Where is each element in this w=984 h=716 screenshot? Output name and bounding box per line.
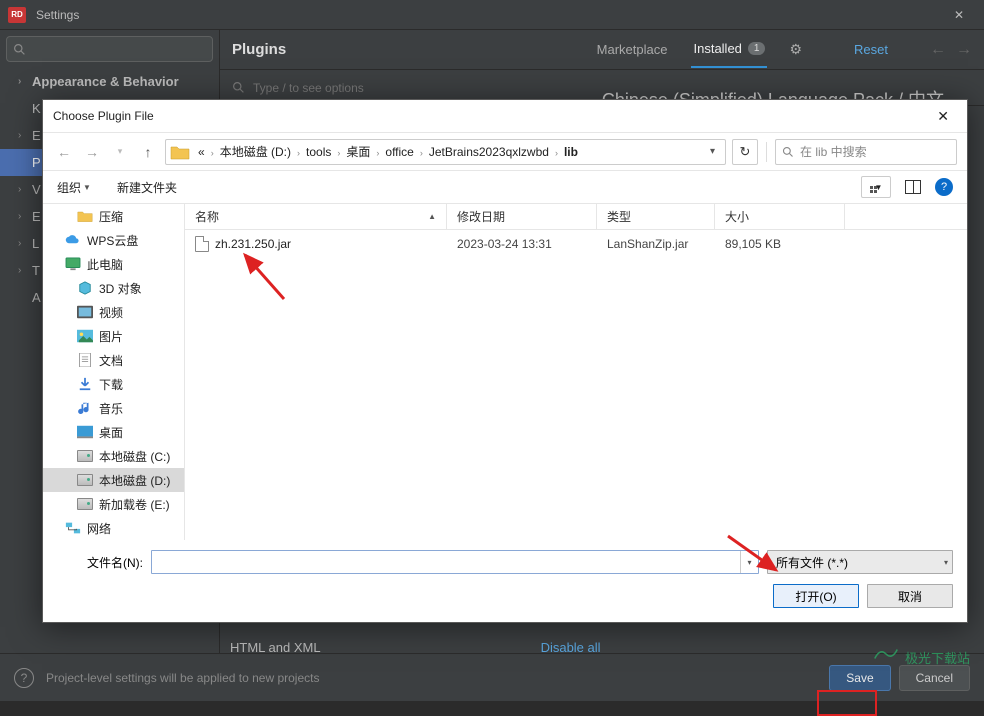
column-size[interactable]: 大小 xyxy=(715,204,845,229)
breadcrumb-seg[interactable]: tools xyxy=(300,143,337,161)
sidebar-search-input[interactable] xyxy=(6,36,213,62)
search-icon xyxy=(232,81,245,94)
column-type[interactable]: 类型 xyxy=(597,204,715,229)
breadcrumb-seg[interactable]: JetBrains2023qxlzwbd xyxy=(423,143,555,161)
cancel-button[interactable]: Cancel xyxy=(899,665,970,691)
tree-item[interactable]: WPS云盘 xyxy=(43,228,184,252)
file-filter-label: 所有文件 (*.*) xyxy=(776,554,848,571)
tab-installed-label: Installed xyxy=(693,41,741,56)
refresh-button[interactable]: ↻ xyxy=(732,139,758,165)
breadcrumb-seg[interactable]: lib xyxy=(558,143,584,161)
dialog-help-button[interactable]: ? xyxy=(935,178,953,196)
category-label: HTML and XML xyxy=(230,640,321,655)
nav-forward-icon[interactable]: → xyxy=(956,41,972,59)
tree-item[interactable]: 桌面 xyxy=(43,420,184,444)
save-button[interactable]: Save xyxy=(829,665,890,691)
organize-label: 组织 xyxy=(57,179,81,196)
folder-tree[interactable]: 压缩WPS云盘此电脑3D 对象视频图片文档下载音乐桌面本地磁盘 (C:)本地磁盘… xyxy=(43,204,185,540)
chevron-down-icon: ▼ xyxy=(83,183,91,192)
search-placeholder: 在 lib 中搜索 xyxy=(800,143,867,160)
sidebar-item-0[interactable]: ›Appearance & Behavior xyxy=(0,68,219,95)
breadcrumb-seg[interactable]: 本地磁盘 (D:) xyxy=(214,143,297,161)
file-list-header[interactable]: 名称▲ 修改日期 类型 大小 xyxy=(185,204,967,230)
window-close-button[interactable]: ✕ xyxy=(942,4,976,26)
nav-up-button[interactable]: ↑ xyxy=(137,141,159,163)
nav-recent-dropdown[interactable]: ▾ xyxy=(109,141,131,163)
view-mode-button[interactable]: ▼ xyxy=(861,176,891,198)
tree-item[interactable]: 压缩 xyxy=(43,204,184,228)
search-icon xyxy=(782,146,794,158)
tree-item[interactable]: 文档 xyxy=(43,348,184,372)
filename-input[interactable]: ▾ xyxy=(151,550,759,574)
tree-item[interactable]: 3D 对象 xyxy=(43,276,184,300)
new-folder-button[interactable]: 新建文件夹 xyxy=(117,179,177,196)
dialog-cancel-button[interactable]: 取消 xyxy=(867,584,953,608)
dialog-close-button[interactable]: ✕ xyxy=(929,106,957,127)
tree-item[interactable]: 视频 xyxy=(43,300,184,324)
file-filter-dropdown[interactable]: 所有文件 (*.*) ▾ xyxy=(767,550,953,574)
organize-menu[interactable]: 组织 ▼ xyxy=(57,179,91,196)
installed-count-badge: 1 xyxy=(748,42,766,55)
plugin-search-placeholder: Type / to see options xyxy=(253,81,364,95)
tab-installed[interactable]: Installed 1 xyxy=(691,31,767,68)
tree-item[interactable]: 网络 xyxy=(43,516,184,540)
tree-item[interactable]: 音乐 xyxy=(43,396,184,420)
nav-back-icon[interactable]: ← xyxy=(930,41,946,59)
tree-item[interactable]: 新加载卷 (E:) xyxy=(43,492,184,516)
tree-item[interactable]: 图片 xyxy=(43,324,184,348)
gear-icon[interactable]: ⚙ xyxy=(789,41,802,58)
tree-item[interactable]: 下载 xyxy=(43,372,184,396)
settings-footer: ? Project-level settings will be applied… xyxy=(0,653,984,701)
folder-icon xyxy=(170,143,190,161)
file-row[interactable]: zh.231.250.jar2023-03-24 13:31LanShanZip… xyxy=(185,230,967,258)
sort-indicator-icon: ▲ xyxy=(428,212,436,221)
dialog-title: Choose Plugin File xyxy=(53,109,154,123)
nav-forward-button[interactable]: → xyxy=(81,141,103,163)
chevron-down-icon: ▾ xyxy=(944,558,948,567)
help-icon[interactable]: ? xyxy=(14,668,34,688)
nav-back-button[interactable]: ← xyxy=(53,141,75,163)
footer-message: Project-level settings will be applied t… xyxy=(46,671,319,685)
page-title: Plugins xyxy=(232,41,286,58)
breadcrumb-seg[interactable]: office xyxy=(379,143,419,161)
open-button[interactable]: 打开(O) xyxy=(773,584,859,608)
filename-label: 文件名(N): xyxy=(57,554,143,571)
tree-item[interactable]: 本地磁盘 (D:) xyxy=(43,468,184,492)
window-title: Settings xyxy=(36,8,79,22)
search-icon xyxy=(13,43,26,56)
dialog-search-input[interactable]: 在 lib 中搜索 xyxy=(775,139,957,165)
file-chooser-dialog: Choose Plugin File ✕ ← → ▾ ↑ «›本地磁盘 (D:)… xyxy=(42,99,968,623)
breadcrumb-seg[interactable]: « xyxy=(192,143,211,161)
column-date[interactable]: 修改日期 xyxy=(447,204,597,229)
breadcrumb[interactable]: «›本地磁盘 (D:)›tools›桌面›office›JetBrains202… xyxy=(165,139,726,165)
tree-item[interactable]: 本地磁盘 (C:) xyxy=(43,444,184,468)
column-name[interactable]: 名称▲ xyxy=(185,204,447,229)
settings-titlebar: RD Settings ✕ xyxy=(0,0,984,30)
preview-pane-toggle[interactable] xyxy=(905,180,921,194)
tab-marketplace[interactable]: Marketplace xyxy=(595,32,670,67)
reset-link[interactable]: Reset xyxy=(854,42,888,57)
breadcrumb-dropdown[interactable]: ▾ xyxy=(704,146,721,157)
filename-dropdown[interactable]: ▾ xyxy=(740,551,758,573)
settings-header: Plugins Marketplace Installed 1 ⚙ Reset … xyxy=(220,30,984,70)
breadcrumb-seg[interactable]: 桌面 xyxy=(340,143,376,161)
tree-item[interactable]: 此电脑 xyxy=(43,252,184,276)
disable-all-link[interactable]: Disable all xyxy=(541,640,601,655)
app-icon: RD xyxy=(8,7,26,23)
